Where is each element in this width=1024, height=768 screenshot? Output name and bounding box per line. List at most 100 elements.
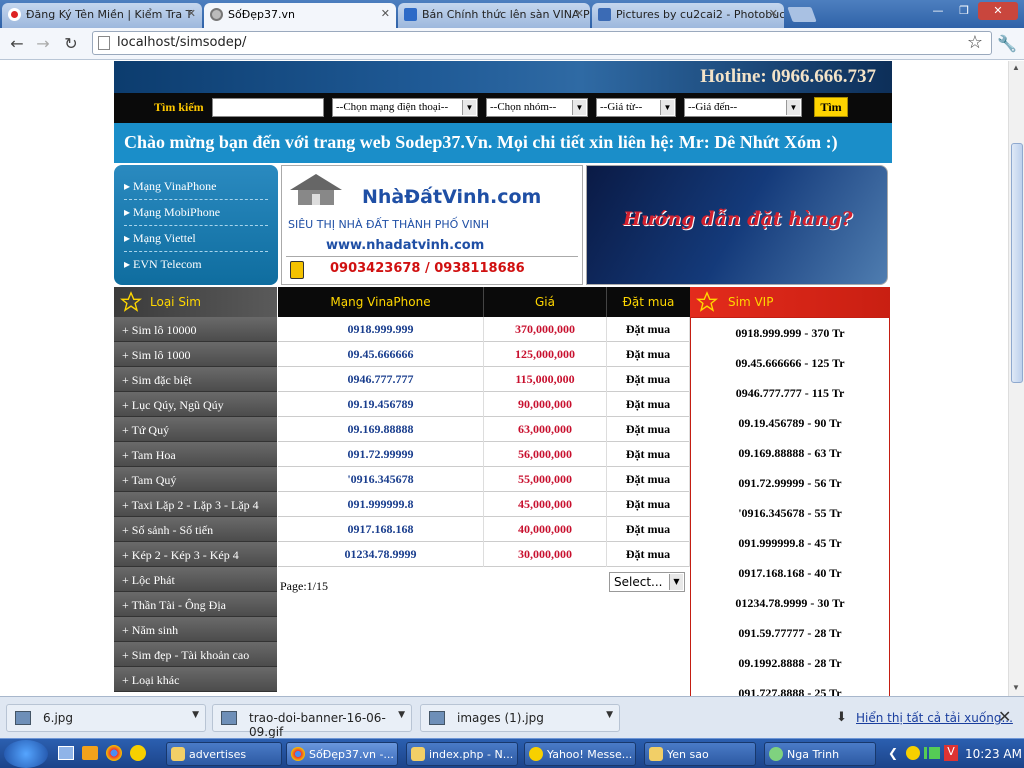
order-link[interactable]: Đặt mua <box>607 517 690 542</box>
vip-item[interactable]: 0917.168.168 - 40 Tr <box>691 566 889 581</box>
sim-type-item[interactable]: + Sim đặc biệt <box>114 367 277 392</box>
minimize-button[interactable]: — <box>926 2 950 20</box>
sim-type-item[interactable]: + Sim lô 1000 <box>114 342 277 367</box>
vip-item[interactable]: 0918.999.999 - 370 Tr <box>691 326 889 341</box>
close-tab-icon[interactable]: ✕ <box>769 7 778 20</box>
order-link[interactable]: Đặt mua <box>607 442 690 467</box>
taskbar-item-yen-sao[interactable]: Yen sao <box>644 742 756 766</box>
sim-type-item[interactable]: + Sim đẹp - Tài khoản cao <box>114 642 277 667</box>
vip-item[interactable]: '0916.345678 - 55 Tr <box>691 506 889 521</box>
scrollbar-thumb[interactable] <box>1011 143 1023 383</box>
browser-tab-3[interactable]: Bán Chính thức lên sàn VINA P ✕ <box>398 3 590 28</box>
maximize-button[interactable]: ❐ <box>952 2 976 20</box>
sim-type-item[interactable]: + Lộc Phát <box>114 567 277 592</box>
taskbar-item-yahoo[interactable]: Yahoo! Messe... <box>524 742 636 766</box>
order-guide-ad[interactable]: Hướng dẫn đặt hàng? <box>586 165 888 285</box>
wrench-icon[interactable]: 🔧 <box>996 33 1018 55</box>
order-link[interactable]: Đặt mua <box>607 417 690 442</box>
network-item-mobiphone[interactable]: ▸ Mạng MobiPhone <box>124 205 268 226</box>
sim-number-link[interactable]: 091.999999.8 <box>278 492 484 517</box>
antivirus-icon[interactable]: V <box>944 745 958 761</box>
sim-type-item[interactable]: + Lục Qúy, Ngũ Qúy <box>114 392 277 417</box>
page-select[interactable]: Select... ▼ <box>609 572 685 592</box>
sim-number-link[interactable]: 09.19.456789 <box>278 392 484 417</box>
address-bar[interactable]: localhost/simsodep/ <box>92 31 992 55</box>
bookmark-star-icon[interactable]: ☆ <box>964 32 986 54</box>
search-input[interactable] <box>212 98 324 117</box>
vip-item[interactable]: 091.727.8888 - 25 Tr <box>691 686 889 696</box>
close-tab-icon[interactable]: ✕ <box>575 7 584 20</box>
back-icon[interactable]: ← <box>6 33 28 55</box>
download-item[interactable]: images (1).jpg ▼ <box>420 704 620 732</box>
vip-item[interactable]: 091.59.77777 - 28 Tr <box>691 626 889 641</box>
sim-number-link[interactable]: 0918.999.999 <box>278 317 484 342</box>
vip-item[interactable]: 01234.78.9999 - 30 Tr <box>691 596 889 611</box>
taskbar-item-advertises[interactable]: advertises <box>166 742 282 766</box>
browser-tab-4[interactable]: Pictures by cu2cai2 - Photobuc ✕ <box>592 3 784 28</box>
group-select[interactable]: --Chọn nhóm-- ▼ <box>486 98 588 117</box>
chevron-down-icon[interactable]: ▼ <box>398 710 405 720</box>
close-window-button[interactable]: ✕ <box>978 2 1018 20</box>
price-from-select[interactable]: --Giá từ-- ▼ <box>596 98 676 117</box>
vip-item[interactable]: 091.72.99999 - 56 Tr <box>691 476 889 491</box>
show-all-downloads-link[interactable]: Hiển thị tất cả tải xuống... <box>856 711 1013 725</box>
sim-number-link[interactable]: 01234.78.9999 <box>278 542 484 567</box>
search-button[interactable]: Tìm <box>814 97 848 117</box>
sim-type-item[interactable]: + Kép 2 - Kép 3 - Kép 4 <box>114 542 277 567</box>
new-tab-button[interactable] <box>787 7 817 22</box>
sim-number-link[interactable]: 0946.777.777 <box>278 367 484 392</box>
reload-icon[interactable]: ↻ <box>60 33 82 55</box>
download-item[interactable]: 6.jpg ▼ <box>6 704 206 732</box>
scroll-up-icon[interactable]: ▲ <box>1012 63 1020 72</box>
price-to-select[interactable]: --Giá đến-- ▼ <box>684 98 802 117</box>
page-scrollbar[interactable]: ▲ ▼ <box>1008 61 1024 696</box>
start-button[interactable] <box>4 740 48 768</box>
vip-item[interactable]: 091.999999.8 - 45 Tr <box>691 536 889 551</box>
sim-type-item[interactable]: + Tam Hoa <box>114 442 277 467</box>
chevron-down-icon[interactable]: ▼ <box>606 710 613 720</box>
network-item-viettel[interactable]: ▸ Mạng Viettel <box>124 231 268 252</box>
sim-number-link[interactable]: 09.169.88888 <box>278 417 484 442</box>
browser-tab-2[interactable]: SốĐẹp37.vn ✕ <box>204 3 396 28</box>
taskbar-item-nga-trinh[interactable]: Nga Trinh <box>764 742 876 766</box>
sim-type-item[interactable]: + Năm sinh <box>114 617 277 642</box>
sim-type-item[interactable]: + Tứ Quý <box>114 417 277 442</box>
vip-item[interactable]: 09.169.88888 - 63 Tr <box>691 446 889 461</box>
sim-number-link[interactable]: 091.72.99999 <box>278 442 484 467</box>
chevron-down-icon[interactable]: ▼ <box>192 710 199 720</box>
network-select[interactable]: --Chọn mạng điện thoại-- ▼ <box>332 98 478 117</box>
order-link[interactable]: Đặt mua <box>607 367 690 392</box>
sim-number-link[interactable]: 0917.168.168 <box>278 517 484 542</box>
sim-type-item[interactable]: + Tam Quý <box>114 467 277 492</box>
sim-type-item[interactable]: + Thần Tài - Ông Địa <box>114 592 277 617</box>
order-link[interactable]: Đặt mua <box>607 542 690 567</box>
download-item[interactable]: trao-doi-banner-16-06-09.gif ▼ <box>212 704 412 739</box>
taskbar-item-chrome[interactable]: SốĐẹp37.vn -... <box>286 742 398 766</box>
order-link[interactable]: Đặt mua <box>607 467 690 492</box>
order-link[interactable]: Đặt mua <box>607 392 690 417</box>
close-icon[interactable]: ✕ <box>998 707 1011 726</box>
yahoo-tray-icon[interactable] <box>906 746 920 760</box>
network-signal-icon[interactable] <box>924 747 940 759</box>
sim-number-link[interactable]: '0916.345678 <box>278 467 484 492</box>
media-player-icon[interactable] <box>82 746 98 760</box>
network-item-evn[interactable]: ▸ EVN Telecom <box>124 257 268 277</box>
order-link[interactable]: Đặt mua <box>607 492 690 517</box>
close-tab-icon[interactable]: ✕ <box>187 7 196 20</box>
sim-type-item[interactable]: + Taxi Lặp 2 - Lặp 3 - Lặp 4 <box>114 492 277 517</box>
vip-item[interactable]: 09.1992.8888 - 28 Tr <box>691 656 889 671</box>
taskbar-item-notepad[interactable]: index.php - N... <box>406 742 518 766</box>
vip-item[interactable]: 0946.777.777 - 115 Tr <box>691 386 889 401</box>
browser-tab-1[interactable]: Đăng Ký Tên Miền | Kiểm Tra T ✕ <box>2 3 202 28</box>
order-link[interactable]: Đặt mua <box>607 342 690 367</box>
vip-item[interactable]: 09.19.456789 - 90 Tr <box>691 416 889 431</box>
sim-number-link[interactable]: 09.45.666666 <box>278 342 484 367</box>
sim-type-item[interactable]: + Số sảnh - Số tiến <box>114 517 277 542</box>
sim-type-item[interactable]: + Sim lô 10000 <box>114 317 277 342</box>
network-item-vinaphone[interactable]: ▸ Mạng VinaPhone <box>124 179 268 200</box>
nhadatvinh-ad[interactable]: NhàĐấtVinh.com SIÊU THỊ NHÀ ĐẤT THÀNH PH… <box>281 165 583 285</box>
sim-type-item[interactable]: + Loại khác <box>114 667 277 692</box>
scroll-down-icon[interactable]: ▼ <box>1012 683 1020 692</box>
vip-item[interactable]: 09.45.666666 - 125 Tr <box>691 356 889 371</box>
yahoo-messenger-icon[interactable] <box>130 745 146 761</box>
